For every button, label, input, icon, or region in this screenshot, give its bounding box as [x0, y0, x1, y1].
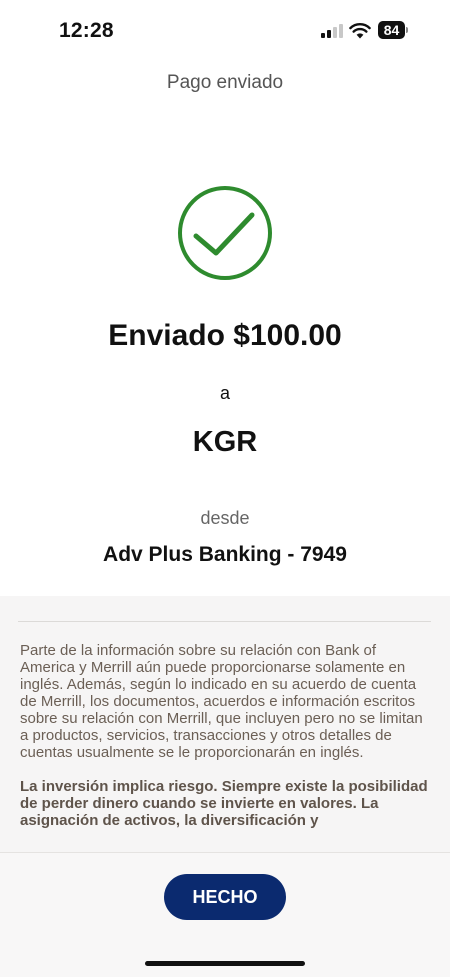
home-indicator[interactable]	[145, 961, 305, 966]
signal-icon	[321, 24, 343, 38]
sent-amount: Enviado $100.00	[108, 319, 342, 352]
disclosure-text: Parte de la información sobre su relació…	[20, 642, 432, 846]
disclosure-panel[interactable]: Parte de la información sobre su relació…	[0, 596, 450, 852]
disclosure-paragraph-risk: La inversión implica riesgo. Siempre exi…	[20, 778, 428, 829]
check-circle-icon	[178, 186, 272, 280]
done-button[interactable]: HECHO	[164, 874, 286, 920]
source-account: Adv Plus Banking - 7949	[103, 543, 347, 566]
battery-icon: 84	[378, 21, 408, 39]
battery-level: 84	[378, 21, 405, 39]
disclosure-paragraph-language: Parte de la información sobre su relació…	[20, 642, 423, 761]
divider	[18, 621, 431, 622]
from-label: desde	[200, 508, 250, 528]
bottom-action-bar: HECHO	[0, 852, 450, 977]
wifi-icon	[349, 23, 371, 39]
page-title: Pago enviado	[166, 72, 284, 93]
status-time: 12:28	[59, 19, 114, 42]
status-bar: 12:28 84	[0, 0, 450, 60]
recipient-name: KGR	[192, 426, 258, 458]
to-label: a	[219, 383, 230, 403]
